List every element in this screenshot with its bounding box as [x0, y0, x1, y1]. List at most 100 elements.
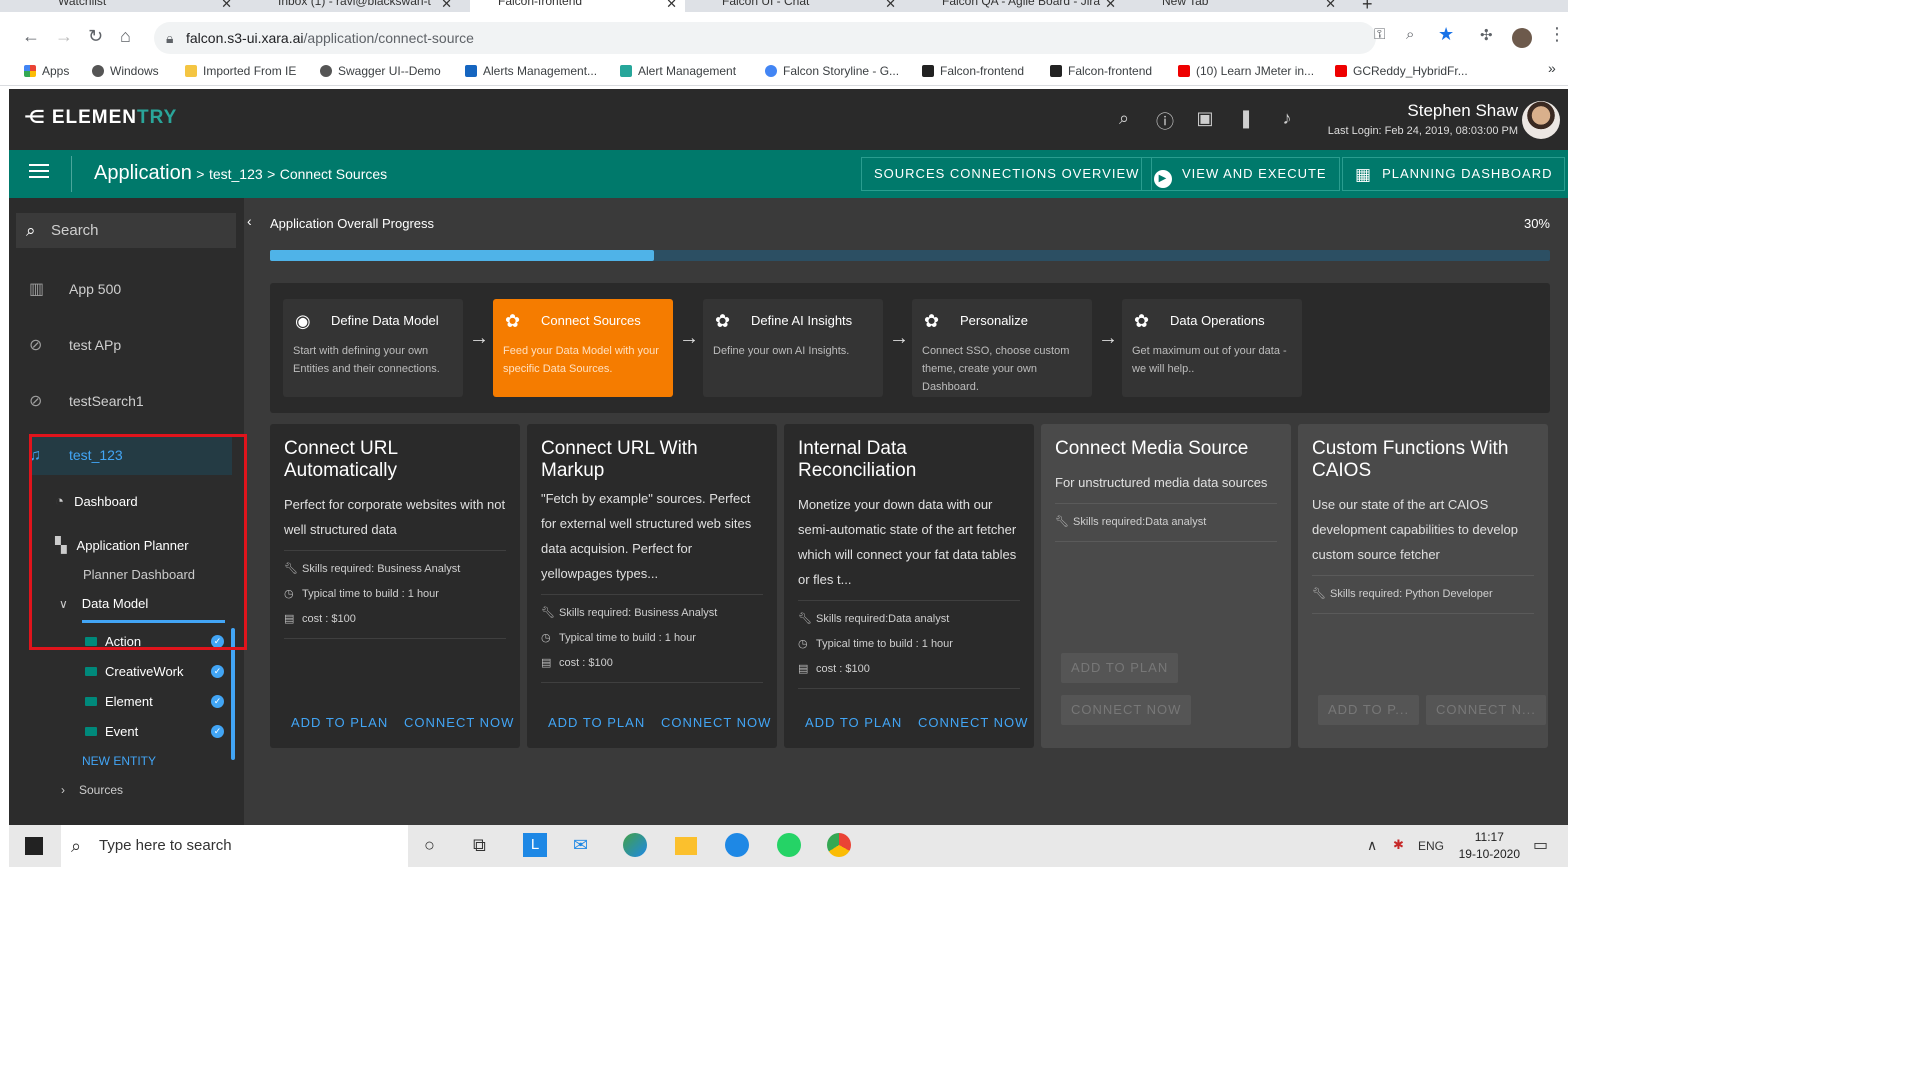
browser-tab-strip: Watchlist ✕ Inbox (1) - ravi@blackswan-t ✕…	[0, 0, 1568, 12]
language-indicator[interactable]: ENG	[1418, 839, 1444, 853]
bookmark[interactable]: (10) Learn JMeter in...	[1178, 64, 1314, 78]
bookmark[interactable]: Swagger UI--Demo	[320, 64, 441, 78]
skype-icon[interactable]	[725, 833, 749, 857]
add-to-plan-button[interactable]: ADD TO PLAN	[1061, 653, 1179, 683]
sidebar-item-testsearch1[interactable]: ⊘ testSearch1	[29, 391, 144, 411]
collapse-sidebar-icon[interactable]: ‹	[247, 213, 252, 229]
step-connect-sources[interactable]: ✿ Connect Sources Feed your Data Model wit…	[493, 299, 673, 397]
url-bar[interactable]: 🔒︎ falcon.s3-ui.xara.ai/application/conn…	[154, 22, 1376, 54]
zoom-icon[interactable]: ⌕	[1406, 26, 1414, 43]
connect-now-button[interactable]: CONNECT NOW	[661, 715, 771, 730]
blocked-icon: ⊘	[29, 337, 43, 354]
star-icon[interactable]: ★	[1438, 24, 1454, 45]
alerts-icon	[465, 65, 477, 77]
apps-grid-icon	[24, 65, 36, 77]
bookmark[interactable]: Imported From IE	[185, 64, 296, 78]
home-icon[interactable]: ⌂	[120, 26, 131, 47]
bookmark[interactable]: Falcon-frontend	[922, 64, 1024, 78]
file-explorer-icon[interactable]	[675, 837, 697, 855]
connect-now-button[interactable]: CONNECT N...	[1426, 695, 1546, 725]
browser-tab[interactable]: New Tab ✕	[1134, 0, 1344, 12]
forward-icon[interactable]: →	[55, 26, 73, 47]
edge-icon[interactable]	[623, 833, 647, 857]
whatsapp-icon[interactable]	[777, 833, 801, 857]
card-cost: cost : $100	[816, 663, 870, 675]
clock[interactable]: 11:17 19-10-2020	[1459, 829, 1520, 863]
browser-tab[interactable]: Falcon UI - Chat ✕	[694, 0, 904, 12]
alert-icon	[620, 65, 632, 77]
bookmark-icon[interactable]: ❚	[1236, 108, 1256, 128]
notifications-icon[interactable]: ▭	[1533, 835, 1548, 855]
connect-now-button[interactable]: CONNECT NOW	[404, 715, 514, 730]
new-entity-link[interactable]: NEW ENTITY	[82, 754, 156, 768]
avatar[interactable]	[1522, 101, 1560, 139]
sidebar-item-test-app[interactable]: ⊘ test APp	[29, 335, 121, 355]
connect-now-button[interactable]: CONNECT NOW	[1061, 695, 1192, 725]
step-define-data-model[interactable]: ◉ Define Data Model Start with defining yo…	[283, 299, 463, 397]
search-input[interactable]: ⌕ Search	[16, 213, 236, 248]
user-info[interactable]: Stephen Shaw Last Login: Feb 24, 2019, 0…	[1328, 101, 1518, 137]
add-to-plan-button[interactable]: ADD TO PLAN	[291, 715, 388, 730]
network-icon[interactable]: ✱	[1393, 837, 1404, 853]
sources-overview-button[interactable]: SOURCES CONNECTIONS OVERVIEW	[861, 157, 1153, 191]
search-icon[interactable]: ⌕	[1114, 108, 1134, 128]
bookmark[interactable]: Alerts Management...	[465, 64, 597, 78]
bookmark[interactable]: Falcon Storyline - G...	[765, 64, 899, 78]
info-icon[interactable]: ⓘ	[1155, 108, 1175, 132]
sidebar-item-app-500[interactable]: ▥ App 500	[29, 279, 121, 299]
chrome-icon[interactable]	[827, 833, 851, 857]
bookmark[interactable]: GCReddy_HybridFr...	[1335, 64, 1468, 78]
chevron-up-icon[interactable]: ∧	[1367, 837, 1377, 854]
more-bookmarks-icon[interactable]: »	[1548, 60, 1556, 76]
add-to-plan-button[interactable]: ADD TO PLAN	[548, 715, 645, 730]
sub-item-sources[interactable]: › Sources	[61, 783, 123, 797]
entity-creativework[interactable]: CreativeWork	[85, 664, 184, 679]
reload-icon[interactable]: ↻	[88, 26, 103, 47]
bookmark[interactable]: Windows	[92, 64, 159, 78]
bookmark-apps[interactable]: Apps	[24, 64, 69, 78]
extensions-icon[interactable]: ✣	[1480, 26, 1493, 44]
entity-element[interactable]: Element	[85, 694, 153, 709]
logo-text: ELEMEN	[51, 107, 138, 128]
app-l-icon[interactable]: L	[523, 833, 547, 857]
close-icon[interactable]: ✕	[441, 0, 452, 12]
bell-icon[interactable]: ♪	[1277, 108, 1297, 128]
mail-icon[interactable]: ✉	[573, 835, 588, 856]
step-personalize[interactable]: ✿ Personalize Connect SSO, choose custom t…	[912, 299, 1092, 397]
profile-avatar[interactable]	[1512, 28, 1532, 48]
windows-start-icon[interactable]	[25, 837, 43, 855]
entity-event[interactable]: Event	[85, 724, 138, 739]
bookmark[interactable]: Alert Management	[620, 64, 736, 78]
angular-icon	[1050, 65, 1062, 77]
wrench-icon: 🔧︎	[1055, 516, 1069, 528]
taskbar-search[interactable]: ⌕ Type here to search	[61, 825, 408, 867]
close-icon[interactable]: ✕	[1105, 0, 1116, 12]
step-data-operations[interactable]: ✿ Data Operations Get maximum out of your …	[1122, 299, 1302, 397]
close-icon[interactable]: ✕	[221, 0, 232, 12]
add-to-plan-button[interactable]: ADD TO P...	[1318, 695, 1420, 725]
browser-tab[interactable]: Falcon QA - Agile Board - Jira ✕	[914, 0, 1124, 12]
close-icon[interactable]: ✕	[885, 0, 896, 12]
task-view-icon[interactable]: ⧉	[473, 835, 486, 856]
connect-now-button[interactable]: CONNECT NOW	[918, 715, 1028, 730]
browser-tab[interactable]: Inbox (1) - ravi@blackswan-t ✕	[250, 0, 460, 12]
back-icon[interactable]: ←	[22, 26, 40, 47]
hamburger-menu-icon[interactable]	[29, 164, 49, 178]
breadcrumb-application[interactable]: Application	[94, 162, 192, 184]
step-define-ai-insights[interactable]: ✿ Define AI Insights Define your own AI In…	[703, 299, 883, 397]
menu-dots-icon[interactable]: ⋮	[1548, 24, 1566, 45]
planning-dashboard-button[interactable]: ▦ PLANNING DASHBOARD	[1342, 157, 1566, 191]
close-icon[interactable]: ✕	[666, 0, 677, 12]
calendar-icon[interactable]: ▣	[1195, 108, 1215, 128]
breadcrumb-app[interactable]: test_123	[209, 166, 263, 182]
folder-icon	[85, 697, 97, 706]
new-tab-icon[interactable]: +	[1362, 0, 1373, 12]
browser-tab[interactable]: Watchlist ✕	[30, 0, 240, 12]
view-execute-button[interactable]: ▶ VIEW AND EXECUTE	[1141, 157, 1340, 191]
add-to-plan-button[interactable]: ADD TO PLAN	[805, 715, 902, 730]
key-icon[interactable]: ⚿	[1374, 26, 1385, 43]
close-icon[interactable]: ✕	[1325, 0, 1336, 12]
cortana-icon[interactable]: ○	[424, 835, 435, 856]
bookmark[interactable]: Falcon-frontend	[1050, 64, 1152, 78]
browser-tab-active[interactable]: Falcon-frontend ✕	[470, 0, 685, 12]
